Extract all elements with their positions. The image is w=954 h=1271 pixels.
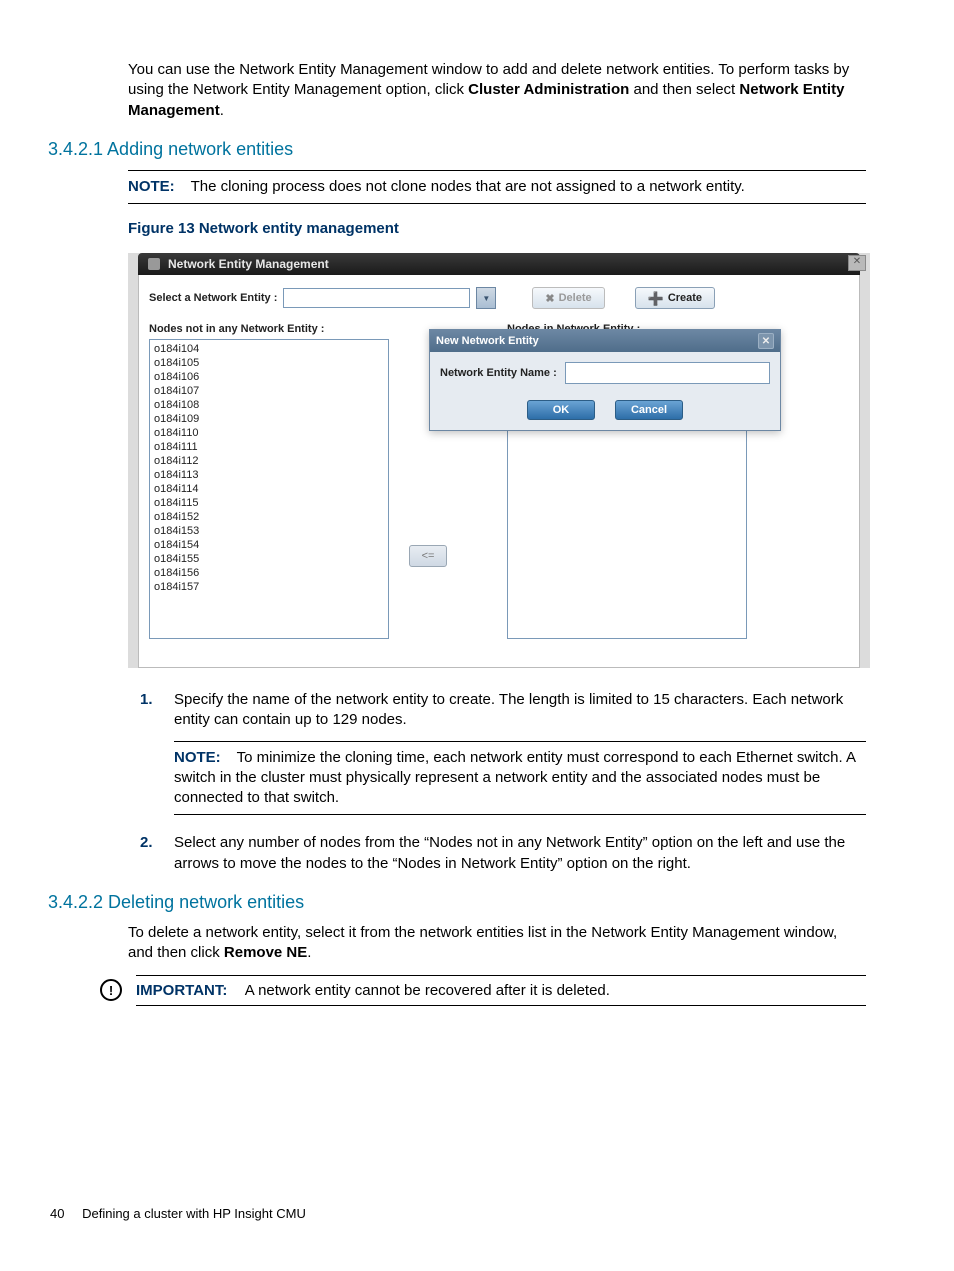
footer-title: Defining a cluster with HP Insight CMU xyxy=(82,1206,306,1221)
figure-caption: Figure 13 Network entity management xyxy=(128,220,906,237)
list-item[interactable]: o184i157 xyxy=(154,580,384,594)
list-item[interactable]: o184i104 xyxy=(154,342,384,356)
window-titlebar: Network Entity Management xyxy=(138,253,860,275)
list-item[interactable]: o184i108 xyxy=(154,398,384,412)
page-number: 40 xyxy=(50,1206,64,1221)
note-label: NOTE: xyxy=(128,178,175,195)
text: . xyxy=(307,944,311,961)
step-2-text: Select any number of nodes from the “Nod… xyxy=(174,834,845,871)
list-item[interactable]: o184i156 xyxy=(154,566,384,580)
text: and then select xyxy=(629,81,739,98)
step-2: Select any number of nodes from the “Nod… xyxy=(140,833,866,874)
important-text: A network entity cannot be recovered aft… xyxy=(245,982,610,999)
new-network-entity-dialog: New Network Entity ✕ Network Entity Name… xyxy=(429,329,781,431)
ok-button[interactable]: OK xyxy=(527,400,595,420)
intro-paragraph: You can use the Network Entity Managemen… xyxy=(128,60,866,121)
step-1-text: Specify the name of the network entity t… xyxy=(174,691,843,728)
list-item[interactable]: o184i105 xyxy=(154,356,384,370)
note-text: The cloning process does not clone nodes… xyxy=(191,178,745,195)
section-heading-deleting: 3.4.2.2 Deleting network entities xyxy=(48,892,906,913)
popup-close-icon[interactable]: ✕ xyxy=(758,333,774,349)
list-item[interactable]: o184i110 xyxy=(154,426,384,440)
popup-title: New Network Entity xyxy=(436,335,539,347)
page-footer: 40 Defining a cluster with HP Insight CM… xyxy=(48,1206,906,1221)
select-entity-label: Select a Network Entity : xyxy=(149,292,277,304)
screenshot-region: ✕ Network Entity Management Select a Net… xyxy=(128,253,870,668)
delete-button-label: Delete xyxy=(559,292,592,304)
combo-dropdown-icon[interactable]: ▼ xyxy=(476,287,496,309)
app-icon xyxy=(148,258,160,270)
delete-x-icon: ✖ xyxy=(545,292,554,305)
list-item[interactable]: o184i152 xyxy=(154,510,384,524)
list-item[interactable]: o184i115 xyxy=(154,496,384,510)
list-item[interactable]: o184i155 xyxy=(154,552,384,566)
move-left-button[interactable]: <= xyxy=(409,545,447,567)
deleting-paragraph: To delete a network entity, select it fr… xyxy=(128,923,866,964)
step-1: Specify the name of the network entity t… xyxy=(140,690,866,815)
list-item[interactable]: o184i107 xyxy=(154,384,384,398)
section-heading-adding: 3.4.2.1 Adding network entities xyxy=(48,139,906,160)
important-block: IMPORTANT: A network entity cannot be re… xyxy=(136,975,866,1006)
create-button-label: Create xyxy=(668,292,702,304)
cluster-admin-label: Cluster Administration xyxy=(468,81,629,98)
cancel-button[interactable]: Cancel xyxy=(615,400,683,420)
remove-ne-label: Remove NE xyxy=(224,944,307,961)
window-title: Network Entity Management xyxy=(168,257,329,271)
close-icon[interactable]: ✕ xyxy=(848,255,866,271)
note-text: To minimize the cloning time, each netwo… xyxy=(174,749,855,807)
plus-icon: ➕ xyxy=(648,292,664,305)
delete-button[interactable]: ✖ Delete xyxy=(532,287,604,309)
list-item[interactable]: o184i111 xyxy=(154,440,384,454)
network-entity-name-input[interactable] xyxy=(565,362,770,384)
list-item[interactable]: o184i113 xyxy=(154,468,384,482)
text: . xyxy=(220,102,224,119)
entity-combo-input[interactable] xyxy=(283,288,470,308)
important-icon: ! xyxy=(100,979,122,1001)
list-item[interactable]: o184i154 xyxy=(154,538,384,552)
list-item[interactable]: o184i112 xyxy=(154,454,384,468)
important-label: IMPORTANT: xyxy=(136,982,227,999)
list-item[interactable]: o184i153 xyxy=(154,524,384,538)
note-label: NOTE: xyxy=(174,749,221,766)
list-item[interactable]: o184i109 xyxy=(154,412,384,426)
step-1-note: NOTE: To minimize the cloning time, each… xyxy=(174,741,866,816)
list-item[interactable]: o184i114 xyxy=(154,482,384,496)
left-list-label: Nodes not in any Network Entity : xyxy=(149,323,389,335)
create-button[interactable]: ➕ Create xyxy=(635,287,715,309)
popup-field-label: Network Entity Name : xyxy=(440,367,557,379)
list-item[interactable]: o184i106 xyxy=(154,370,384,384)
nodes-not-in-entity-list[interactable]: o184i104o184i105o184i106o184i107o184i108… xyxy=(149,339,389,639)
note-block: NOTE: The cloning process does not clone… xyxy=(128,170,866,204)
